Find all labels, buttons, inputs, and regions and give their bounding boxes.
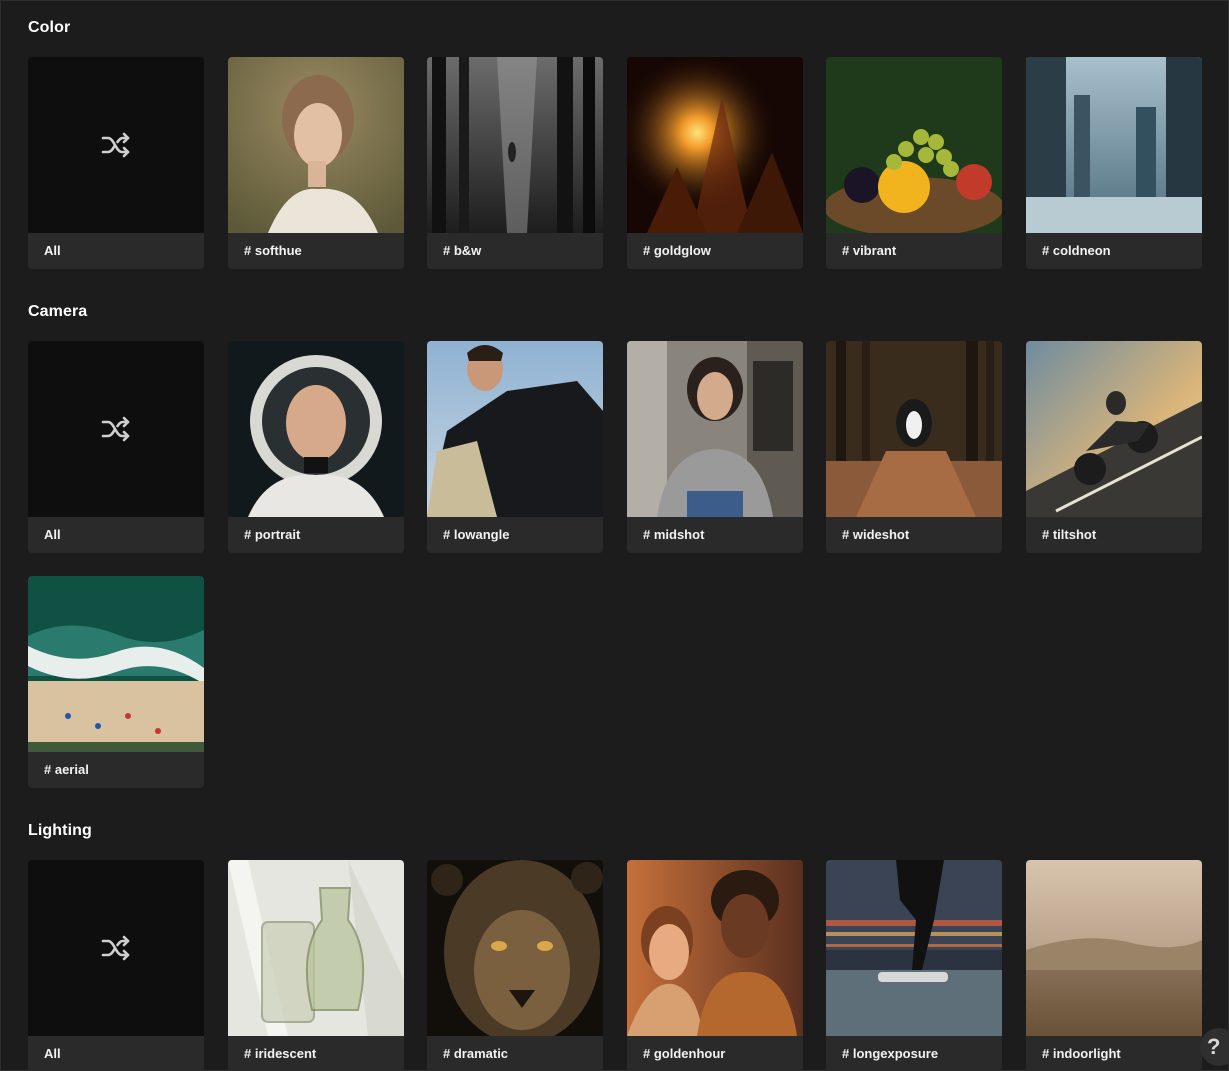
thumbnail-image xyxy=(228,57,404,233)
card-longexposure[interactable]: # longexposure xyxy=(826,860,1002,1071)
thumbnail-image xyxy=(627,860,803,1036)
thumbnail-image xyxy=(826,341,1002,517)
shuffle-icon xyxy=(101,416,130,442)
card-label: All xyxy=(44,243,61,258)
card-all[interactable]: All xyxy=(28,341,204,553)
card-label: # portrait xyxy=(244,527,301,542)
thumbnail-image xyxy=(427,341,603,517)
card-label: # vibrant xyxy=(842,243,897,258)
section-title: Lighting xyxy=(28,822,92,839)
shuffle-tile xyxy=(28,860,204,1036)
card-label: All xyxy=(44,1046,61,1061)
card-indoorlight[interactable]: # indoorlight xyxy=(1026,860,1202,1071)
card-bw[interactable]: # b&w xyxy=(427,57,603,269)
card-midshot[interactable]: # midshot xyxy=(627,341,803,553)
card-lowangle[interactable]: # lowangle xyxy=(427,341,603,553)
thumbnail-image xyxy=(826,57,1002,233)
thumbnail-image xyxy=(427,860,603,1036)
card-label: # tiltshot xyxy=(1042,527,1097,542)
section-title: Camera xyxy=(28,303,88,320)
card-softhue[interactable]: # softhue xyxy=(228,57,404,269)
card-label: # b&w xyxy=(443,243,482,258)
thumbnail-image xyxy=(627,341,803,517)
card-label: # midshot xyxy=(643,527,705,542)
shuffle-icon xyxy=(101,132,130,158)
thumbnail-image xyxy=(228,341,404,517)
section-title: Color xyxy=(28,19,71,36)
shuffle-tile xyxy=(28,57,204,233)
card-label: # indoorlight xyxy=(1042,1046,1121,1061)
card-all[interactable]: All xyxy=(28,860,204,1071)
card-label: # iridescent xyxy=(244,1046,317,1061)
thumbnail-image xyxy=(427,57,603,233)
thumbnail-image xyxy=(627,57,803,233)
card-wideshot[interactable]: # wideshot xyxy=(826,341,1002,553)
card-label: # dramatic xyxy=(443,1046,509,1061)
shuffle-icon xyxy=(101,935,130,961)
card-label: # goldenhour xyxy=(643,1046,726,1061)
thumbnail-image xyxy=(28,576,204,752)
card-dramatic[interactable]: # dramatic xyxy=(427,860,603,1071)
card-label: # lowangle xyxy=(443,527,510,542)
card-label: All xyxy=(44,527,61,542)
thumbnail-image xyxy=(228,860,404,1036)
card-label: # goldglow xyxy=(643,243,711,258)
shuffle-tile xyxy=(28,341,204,517)
card-tiltshot[interactable]: # tiltshot xyxy=(1026,341,1202,553)
thumbnail-image xyxy=(1026,57,1202,233)
card-iridescent[interactable]: # iridescent xyxy=(228,860,404,1071)
card-label: # coldneon xyxy=(1042,243,1111,258)
card-label: # wideshot xyxy=(842,527,910,542)
card-all[interactable]: All xyxy=(28,57,204,269)
help-icon: ? xyxy=(1207,1034,1221,1059)
thumbnail-image xyxy=(826,860,1002,1036)
help-button[interactable]: ? xyxy=(1200,1028,1229,1066)
card-vibrant[interactable]: # vibrant xyxy=(826,57,1002,269)
thumbnail-image xyxy=(1026,341,1202,517)
card-coldneon[interactable]: # coldneon xyxy=(1026,57,1202,269)
card-goldenhour[interactable]: # goldenhour xyxy=(627,860,803,1071)
card-aerial[interactable]: # aerial xyxy=(28,576,204,788)
card-label: # longexposure xyxy=(842,1046,939,1061)
card-label: # aerial xyxy=(44,762,89,777)
card-label: # softhue xyxy=(244,243,302,258)
card-goldglow[interactable]: # goldglow xyxy=(627,57,803,269)
thumbnail-image xyxy=(1026,860,1202,1036)
card-portrait[interactable]: # portrait xyxy=(228,341,404,553)
